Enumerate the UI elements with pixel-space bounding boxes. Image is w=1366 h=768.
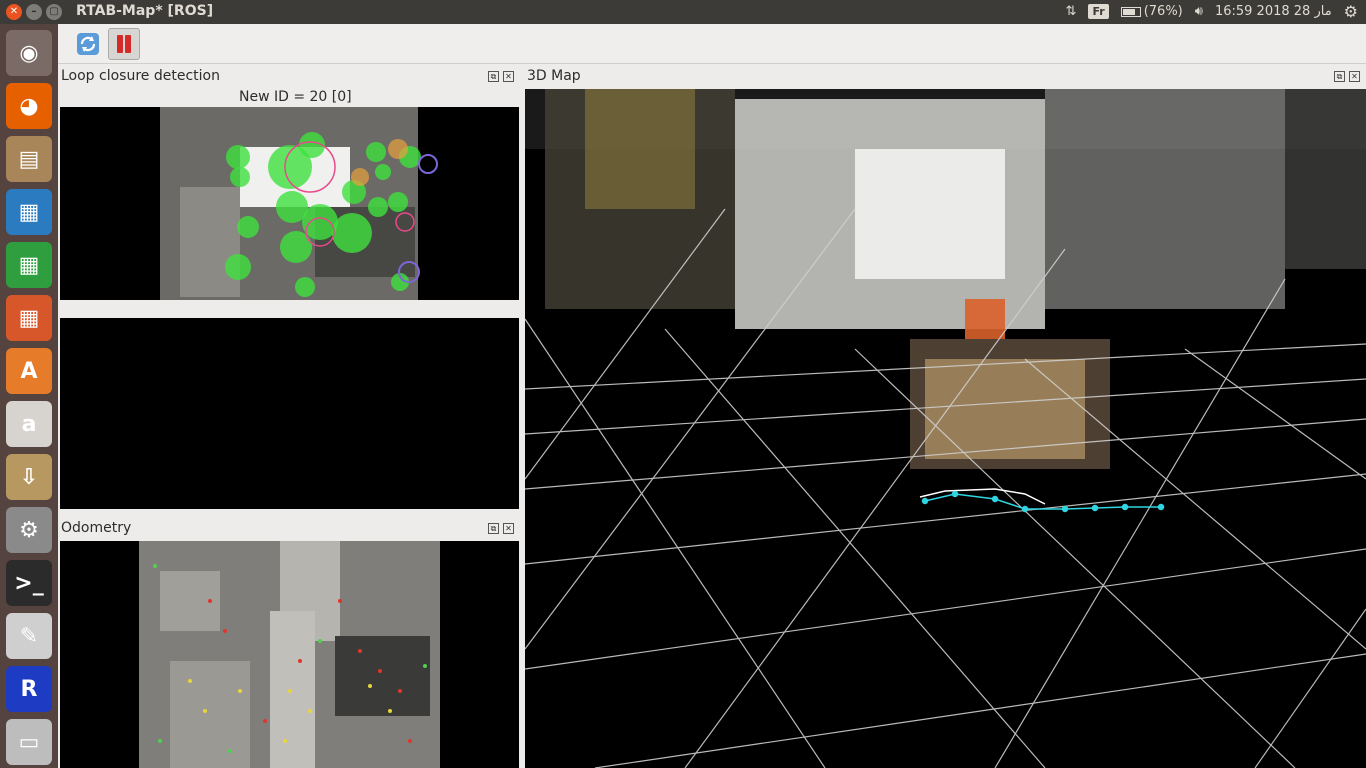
volume-icon[interactable]: 🔊︎	[1195, 4, 1203, 19]
pause-icon	[116, 35, 132, 53]
calc-icon[interactable]: ▦	[6, 242, 52, 288]
odometry-image	[139, 541, 440, 768]
float-icon[interactable]: ⧉	[488, 71, 499, 82]
ubuntu-dash-icon[interactable]: ◉	[6, 30, 52, 76]
odometry-dock-buttons: ⧉ ✕	[488, 523, 514, 534]
loop-closure-title: Loop closure detection	[61, 68, 220, 84]
close-icon[interactable]: ✕	[503, 71, 514, 82]
battery-percent: (76%)	[1143, 4, 1183, 19]
map3d-scene	[525, 89, 1366, 768]
indicator-area: ⇅ Fr (76%) 🔊︎ 16:59 2018 28 مار ⚙	[1066, 2, 1358, 21]
loop-closure-new-image-panel	[60, 107, 519, 300]
close-icon[interactable]: ✕	[1349, 71, 1360, 82]
new-id-label: New ID = 20 [0]	[239, 89, 352, 105]
pause-button[interactable]	[108, 28, 140, 60]
close-icon[interactable]: ✕	[503, 523, 514, 534]
loop-closure-dock-buttons: ⧉ ✕	[488, 71, 514, 82]
software-center-icon[interactable]: A	[6, 348, 52, 394]
amazon-icon[interactable]: a	[6, 401, 52, 447]
files-icon[interactable]: ▤	[6, 136, 52, 182]
map3d-dock-buttons: ⧉ ✕	[1334, 71, 1360, 82]
toolbar	[58, 24, 1366, 64]
window-controls: ✕ – ▢	[6, 4, 62, 20]
gear-icon[interactable]: ⚙	[1344, 2, 1358, 21]
loop-closure-new-image	[160, 107, 438, 300]
network-icon[interactable]: ⇅	[1066, 4, 1077, 19]
clock[interactable]: 16:59 2018 28 مار	[1215, 4, 1332, 19]
odometry-title: Odometry	[61, 520, 132, 536]
drive-icon[interactable]: ▭	[6, 719, 52, 765]
refresh-icon	[77, 33, 99, 55]
maximize-window-button[interactable]: ▢	[46, 4, 62, 20]
terminal-icon[interactable]: >_	[6, 560, 52, 606]
rtabmap-icon[interactable]: R	[6, 666, 52, 712]
archive-manager-icon[interactable]: ⇩	[6, 454, 52, 500]
close-window-button[interactable]: ✕	[6, 4, 22, 20]
system-settings-icon[interactable]: ⚙	[6, 507, 52, 553]
firefox-icon[interactable]: ◕	[6, 83, 52, 129]
float-icon[interactable]: ⧉	[1334, 71, 1345, 82]
window-title: RTAB-Map* [ROS]	[76, 3, 214, 19]
keyboard-layout-indicator[interactable]: Fr	[1088, 4, 1109, 19]
battery-indicator[interactable]: (76%)	[1120, 4, 1183, 19]
map3d-viewport[interactable]	[525, 89, 1366, 768]
map3d-title: 3D Map	[527, 68, 581, 84]
rtabmap-window: Loop closure detection ⧉ ✕ New ID = 20 […	[58, 24, 1366, 768]
loop-closure-match-image-panel	[60, 318, 519, 509]
float-icon[interactable]: ⧉	[488, 523, 499, 534]
battery-icon	[1120, 6, 1141, 17]
impress-icon[interactable]: ▦	[6, 295, 52, 341]
launcher: ◉ ◕ ▤ ▦ ▦ ▦ Aa ⇩ ⚙ >_ ✎ R ▭	[0, 24, 58, 768]
refresh-button[interactable]	[72, 28, 104, 60]
minimize-window-button[interactable]: –	[26, 4, 42, 20]
odometry-image-panel	[60, 541, 519, 768]
writer-icon[interactable]: ▦	[6, 189, 52, 235]
top-panel: ✕ – ▢ RTAB-Map* [ROS] ⇅ Fr (76%) 🔊︎ 16:5…	[0, 0, 1366, 24]
text-editor-icon[interactable]: ✎	[6, 613, 52, 659]
